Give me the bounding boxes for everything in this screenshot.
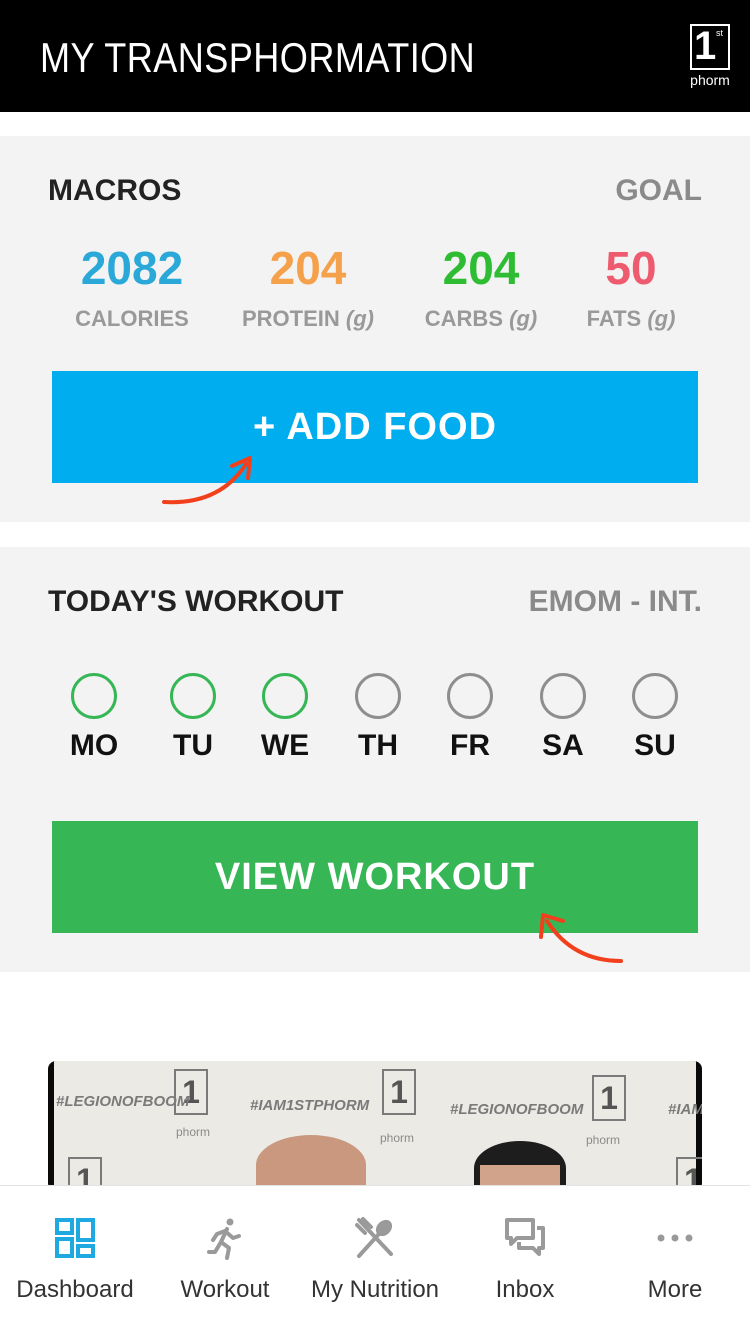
brand-logo: 1 st phorm	[688, 24, 732, 90]
day-tu-label: TU	[173, 729, 213, 762]
day-fr[interactable]: FR	[430, 673, 510, 763]
day-sa[interactable]: SA	[523, 673, 603, 763]
backdrop-hashtag: #LEGIONOFBOOM	[56, 1093, 190, 1110]
macro-protein-value: 204	[269, 242, 347, 294]
more-dots-icon	[657, 1234, 693, 1242]
backdrop-hashtag: #IAM1STPHORM	[250, 1097, 370, 1114]
day-th[interactable]: TH	[338, 673, 418, 763]
macros-heading: MACROS	[48, 174, 182, 207]
featured-video-thumbnail: 1 1 1 1 1 phorm phorm phorm #LEGIONOFBOO…	[54, 1061, 702, 1191]
brand-logo-number: 1	[694, 24, 717, 68]
day-su[interactable]: SU	[615, 673, 695, 763]
day-su-label: SU	[634, 729, 676, 762]
day-fr-indicator	[447, 673, 493, 719]
macro-fats-value: 50	[605, 242, 657, 294]
day-we-label: WE	[260, 729, 310, 762]
tab-workout-label: Workout	[180, 1276, 270, 1303]
workout-heading: TODAY'S WORKOUT	[48, 585, 344, 618]
backdrop-hashtag: #IAM	[668, 1101, 702, 1118]
backdrop-logo: 1	[592, 1075, 626, 1121]
macro-calories-value: 2082	[80, 242, 184, 294]
runner-icon	[207, 1218, 241, 1260]
macro-protein-label: PROTEIN (g)	[241, 306, 374, 331]
chat-bubbles-icon	[505, 1218, 545, 1256]
tab-my-nutrition-label: My Nutrition	[310, 1276, 440, 1303]
macro-fats: 50 FATS (g)	[541, 240, 721, 332]
backdrop-logo-word: phorm	[380, 1131, 415, 1145]
add-food-button[interactable]: + ADD FOOD	[52, 371, 698, 483]
brand-logo-superscript: st	[716, 28, 724, 38]
person-left-head	[256, 1135, 366, 1191]
macro-calories-label: CALORIES	[75, 306, 189, 331]
workout-card: TODAY'S WORKOUT EMOM - INT. MO TU WE TH …	[0, 547, 750, 972]
day-th-indicator	[355, 673, 401, 719]
app-header: MY TRANSPHORMATION 1 st phorm	[0, 0, 750, 112]
macro-fats-label: FATS (g)	[586, 306, 676, 331]
macro-protein: 204 PROTEIN (g)	[218, 240, 398, 332]
tab-more[interactable]: More	[600, 1186, 750, 1334]
tab-dashboard-label: Dashboard	[16, 1276, 134, 1303]
dashboard-icon	[55, 1218, 95, 1258]
day-mo[interactable]: MO	[54, 673, 134, 763]
tab-workout[interactable]: Workout	[150, 1186, 300, 1334]
day-tu[interactable]: TU	[153, 673, 233, 763]
macros-goal-label[interactable]: GOAL	[615, 174, 702, 208]
macro-calories: 2082 CALORIES	[42, 240, 222, 332]
backdrop-logo: 1	[382, 1069, 416, 1115]
day-we[interactable]: WE	[245, 673, 325, 763]
tab-inbox-label: Inbox	[495, 1276, 555, 1303]
tab-dashboard[interactable]: Dashboard	[0, 1186, 150, 1334]
tab-inbox[interactable]: Inbox	[450, 1186, 600, 1334]
workout-type-label: EMOM - INT.	[528, 585, 702, 618]
day-sa-indicator	[540, 673, 586, 719]
bottom-tab-bar: Dashboard Workout My Nutrition Inbox Mor…	[0, 1185, 750, 1334]
tab-my-nutrition[interactable]: My Nutrition	[300, 1186, 450, 1334]
day-mo-indicator	[71, 673, 117, 719]
day-su-indicator	[632, 673, 678, 719]
day-sa-label: SA	[542, 729, 584, 762]
day-mo-label: MO	[69, 729, 119, 762]
utensils-icon	[355, 1217, 393, 1258]
backdrop-logo-word: phorm	[586, 1133, 621, 1147]
backdrop-logo-word: phorm	[176, 1125, 211, 1139]
day-we-indicator	[262, 673, 308, 719]
backdrop-hashtag: #LEGIONOFBOOM	[450, 1101, 584, 1118]
tab-more-label: More	[647, 1276, 703, 1303]
brand-logo-word: phorm	[690, 72, 730, 88]
app-title: MY TRANSPHORMATION	[40, 34, 476, 81]
day-tu-indicator	[170, 673, 216, 719]
featured-video-card[interactable]: 1 1 1 1 1 phorm phorm phorm #LEGIONOFBOO…	[48, 1061, 702, 1191]
day-fr-label: FR	[450, 729, 490, 762]
view-workout-button[interactable]: VIEW WORKOUT	[52, 821, 698, 933]
day-th-label: TH	[358, 729, 398, 762]
macros-card: MACROS GOAL 2082 CALORIES 204 PROTEIN (g…	[0, 136, 750, 522]
